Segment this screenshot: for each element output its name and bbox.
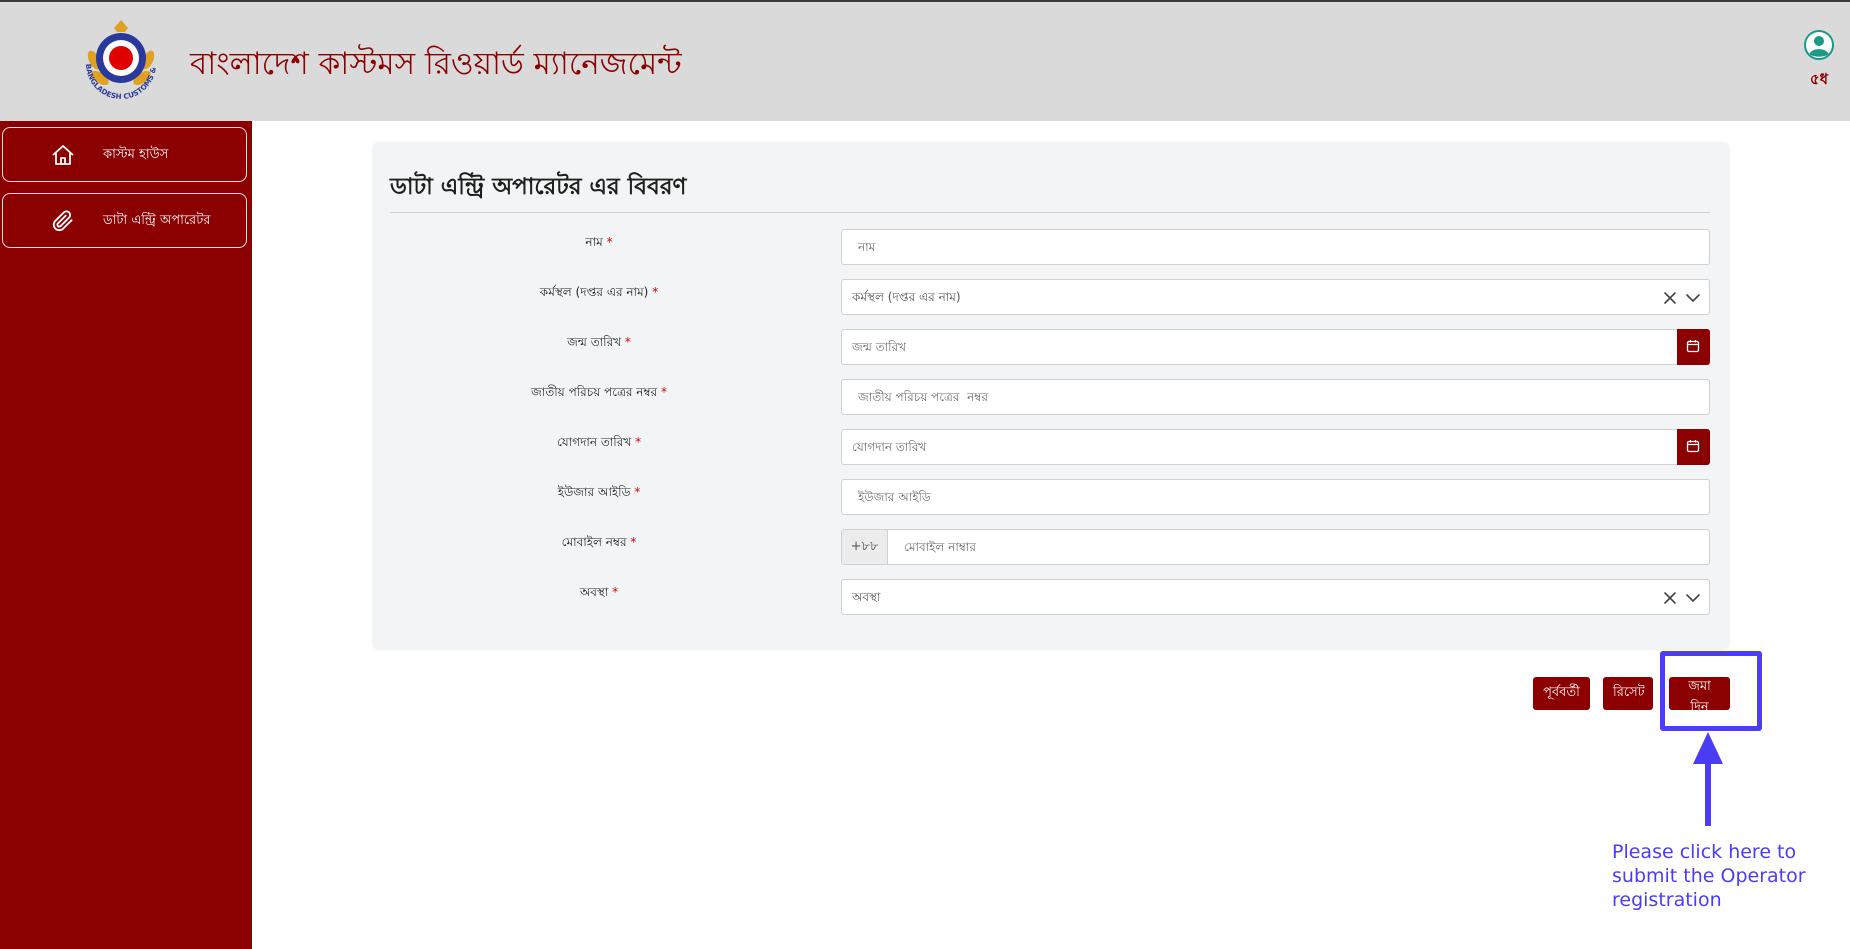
- calendar-icon: [1686, 440, 1700, 453]
- clear-icon[interactable]: [1663, 290, 1677, 304]
- sidebar: কাস্টম হাউস ডাটা এন্ট্রি অপারেটর: [0, 121, 252, 949]
- app-title: বাংলাদেশ কাস্টমস রিওয়ার্ড ম্যানেজমেন্ট: [190, 46, 682, 82]
- chevron-down-icon[interactable]: [1685, 290, 1701, 304]
- chevron-down-icon[interactable]: [1685, 590, 1701, 604]
- arrow-up-icon: [1683, 732, 1733, 826]
- calendar-icon: [1686, 340, 1700, 353]
- workplace-select[interactable]: কর্মস্থল (দপ্তর এর নাম): [841, 279, 1710, 315]
- country-code-prefix: +৮৮: [842, 530, 888, 564]
- form-divider: [390, 212, 1710, 213]
- joining-date-input[interactable]: [842, 430, 1709, 464]
- joining-date-field[interactable]: [841, 429, 1710, 465]
- sidebar-item-data-entry-operator[interactable]: ডাটা এন্ট্রি অপারেটর: [2, 193, 247, 248]
- name-label: নাম *: [585, 235, 613, 249]
- user-id-label: ইউজার আইডি *: [557, 485, 641, 499]
- mobile-label: মোবাইল নম্বর *: [561, 535, 637, 549]
- sidebar-item-label: কাস্টম হাউস: [103, 147, 169, 162]
- previous-button[interactable]: পূর্ববর্তী: [1533, 677, 1590, 710]
- operator-details-card: ডাটা এন্ট্রি অপারেটর এর বিবরণ নাম * কর্ম…: [372, 142, 1730, 650]
- workplace-label: কর্মস্থল (দপ্তর এর নাম) *: [539, 285, 659, 299]
- name-field[interactable]: [841, 229, 1710, 265]
- mobile-field[interactable]: +৮৮: [841, 529, 1710, 565]
- paperclip-icon: [51, 210, 75, 232]
- joining-date-label: যোগদান তারিখ *: [556, 435, 642, 449]
- status-select-value: অবস্থা: [852, 590, 881, 604]
- customs-logo: BANGLADESH CUSTOMS & VAT: [69, 11, 170, 110]
- sidebar-item-custom-house[interactable]: কাস্টম হাউস: [2, 127, 247, 182]
- reset-button[interactable]: রিসেট: [1603, 677, 1653, 710]
- submit-highlight-box: [1660, 651, 1762, 731]
- nid-label: জাতীয় পরিচয় পত্রের নম্বর *: [531, 385, 667, 399]
- nid-field[interactable]: [841, 379, 1710, 415]
- annotation-hint: Please click here to submit the Operator…: [1612, 841, 1806, 911]
- name-input[interactable]: [842, 230, 1709, 264]
- dob-input[interactable]: [842, 330, 1709, 364]
- sidebar-item-label: ডাটা এন্ট্রি অপারেটর: [103, 213, 211, 228]
- workplace-select-value: কর্মস্থল (দপ্তর এর নাম): [852, 290, 961, 304]
- dob-field[interactable]: [841, 329, 1710, 365]
- status-select[interactable]: অবস্থা: [841, 579, 1710, 615]
- user-id-input[interactable]: [842, 480, 1709, 514]
- clear-icon[interactable]: [1663, 590, 1677, 604]
- app-header: BANGLADESH CUSTOMS & VAT বাংলাদেশ কাস্টম…: [0, 2, 1850, 121]
- dob-label: জন্ম তারিখ *: [567, 335, 631, 349]
- mobile-input[interactable]: [888, 530, 1708, 564]
- nid-input[interactable]: [842, 380, 1709, 414]
- user-name[interactable]: ৫ধ: [1804, 68, 1834, 93]
- home-icon: [51, 144, 75, 166]
- dob-calendar-button[interactable]: [1677, 329, 1710, 365]
- user-id-field[interactable]: [841, 479, 1710, 515]
- joining-date-calendar-button[interactable]: [1677, 429, 1710, 465]
- user-avatar-icon[interactable]: [1804, 30, 1834, 60]
- form-title: ডাটা এন্ট্রি অপারেটর এর বিবরণ: [390, 174, 687, 200]
- status-label: অবস্থা *: [579, 585, 619, 599]
